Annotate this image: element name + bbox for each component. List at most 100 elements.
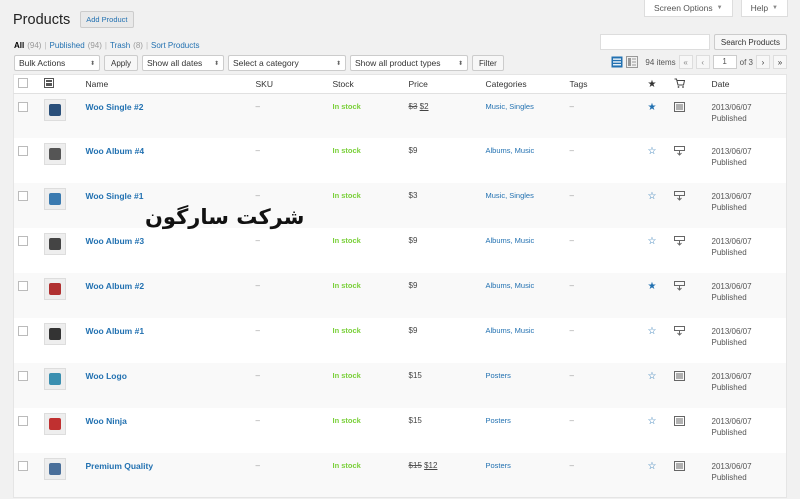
items-count: 94 items: [645, 57, 676, 67]
categories-links[interactable]: Music, Singles: [486, 191, 534, 200]
product-thumbnail[interactable]: [43, 367, 66, 390]
bulk-actions-select[interactable]: Bulk Actions ⬍: [14, 55, 100, 71]
sku-value: –: [255, 102, 260, 111]
product-thumbnail[interactable]: [43, 143, 66, 166]
product-thumbnail[interactable]: [43, 278, 66, 301]
excerpt-view-icon[interactable]: [626, 56, 639, 68]
thumb-cell: [40, 94, 82, 139]
categories-links[interactable]: Albums, Music: [486, 236, 535, 245]
categories-links[interactable]: Posters: [486, 371, 511, 380]
filter-all-count: (94): [27, 41, 42, 50]
row-checkbox[interactable]: [18, 415, 28, 426]
product-thumbnail[interactable]: [43, 233, 66, 256]
image-icon: [43, 78, 54, 88]
product-name-link[interactable]: Woo Single #1: [86, 191, 144, 201]
product-thumbnail[interactable]: [43, 457, 66, 480]
row-checkbox[interactable]: [18, 102, 28, 112]
product-thumbnail[interactable]: [43, 412, 66, 435]
categories-cell: Posters: [482, 363, 566, 408]
screen-options-button[interactable]: Screen Options ▼: [644, 0, 733, 17]
search-products-button[interactable]: Search Products: [713, 34, 787, 50]
star-empty-icon[interactable]: ☆: [648, 416, 657, 427]
product-name-link[interactable]: Woo Album #2: [86, 281, 145, 291]
row-checkbox[interactable]: [18, 191, 28, 202]
tags-cell: –: [566, 273, 644, 318]
apply-button[interactable]: Apply: [104, 55, 139, 71]
product-name-link[interactable]: Woo Album #3: [86, 236, 145, 246]
filter-all-link[interactable]: All: [14, 41, 24, 50]
next-page-button[interactable]: ›: [756, 55, 770, 69]
regular-price: $15: [408, 460, 422, 470]
row-checkbox[interactable]: [18, 236, 28, 247]
filter-published-link[interactable]: Published: [50, 41, 85, 50]
row-checkbox[interactable]: [18, 281, 28, 292]
prev-page-button[interactable]: ‹: [695, 55, 710, 69]
name-column-header[interactable]: Name: [81, 74, 252, 94]
date-cell: 2013/06/07 Published: [708, 183, 787, 228]
search-input[interactable]: [599, 34, 710, 50]
product-types-select[interactable]: Show all product types ⬍: [350, 55, 469, 71]
categories-links[interactable]: Music, Singles: [486, 102, 534, 111]
featured-column-header[interactable]: ★: [643, 74, 670, 94]
sort-products-link[interactable]: Sort Products: [151, 41, 199, 50]
star-filled-icon[interactable]: ★: [648, 281, 657, 292]
star-empty-icon[interactable]: ☆: [648, 371, 657, 382]
star-empty-icon[interactable]: ☆: [648, 461, 657, 472]
sku-cell: –: [252, 363, 329, 408]
tags-value: –: [569, 370, 574, 380]
bulk-actions-value: Bulk Actions: [19, 58, 66, 68]
type-cell: [670, 318, 708, 363]
filter-trash-link[interactable]: Trash: [110, 41, 130, 50]
add-product-button[interactable]: Add Product: [80, 11, 134, 28]
product-name-link[interactable]: Woo Logo: [86, 371, 127, 381]
product-name-link[interactable]: Woo Single #2: [86, 102, 144, 112]
price-column-header[interactable]: Price: [404, 74, 482, 94]
star-empty-icon[interactable]: ☆: [648, 326, 657, 337]
current-page-input[interactable]: 1: [712, 55, 737, 69]
product-thumbnail[interactable]: [43, 99, 66, 121]
screen-options-label: Screen Options: [654, 3, 713, 13]
product-name-link[interactable]: Woo Album #1: [86, 326, 145, 336]
star-empty-icon[interactable]: ☆: [648, 191, 657, 202]
simple-product-icon: [673, 415, 685, 426]
sku-column-header[interactable]: SKU: [251, 74, 329, 94]
stock-cell: In stock: [329, 228, 405, 273]
categories-links[interactable]: Albums, Music: [486, 146, 535, 155]
page-title: Products: [13, 11, 71, 28]
thumb-cell: [40, 273, 82, 318]
row-checkbox[interactable]: [18, 460, 28, 471]
categories-links[interactable]: Albums, Music: [486, 326, 535, 335]
row-checkbox[interactable]: [18, 325, 28, 336]
product-image: [48, 148, 61, 161]
tags-cell: –: [566, 228, 644, 273]
sku-value: –: [255, 460, 260, 470]
categories-links[interactable]: Posters: [486, 416, 511, 425]
categories-links[interactable]: Posters: [486, 461, 511, 470]
category-select[interactable]: Select a category ⬍: [228, 55, 347, 71]
product-thumbnail[interactable]: [43, 188, 66, 211]
last-page-button[interactable]: »: [773, 55, 787, 69]
help-button[interactable]: Help ▼: [740, 0, 788, 17]
first-page-button[interactable]: «: [678, 55, 693, 69]
select-all-checkbox[interactable]: [18, 78, 28, 88]
list-view-icon[interactable]: [611, 56, 623, 68]
status-value: Published: [711, 114, 747, 123]
sku-value: –: [255, 415, 260, 425]
product-name-link[interactable]: Woo Ninja: [86, 416, 127, 426]
date-cell: 2013/06/07 Published: [708, 138, 787, 183]
product-image: [48, 327, 61, 340]
product-name-link[interactable]: Woo Album #4: [86, 146, 145, 156]
star-empty-icon[interactable]: ☆: [648, 236, 657, 247]
star-empty-icon[interactable]: ☆: [648, 146, 657, 157]
product-thumbnail[interactable]: [43, 322, 66, 345]
filter-button[interactable]: Filter: [472, 55, 504, 71]
row-checkbox[interactable]: [18, 370, 28, 381]
star-filled-icon[interactable]: ★: [648, 102, 657, 113]
categories-links[interactable]: Albums, Music: [486, 281, 535, 290]
date-column-header[interactable]: Date: [707, 74, 787, 94]
dates-select[interactable]: Show all dates ⬍: [142, 55, 225, 71]
tags-cell: –: [566, 138, 644, 183]
product-name-link[interactable]: Premium Quality: [86, 461, 154, 471]
sku-cell: –: [252, 94, 329, 139]
row-checkbox[interactable]: [18, 146, 28, 157]
